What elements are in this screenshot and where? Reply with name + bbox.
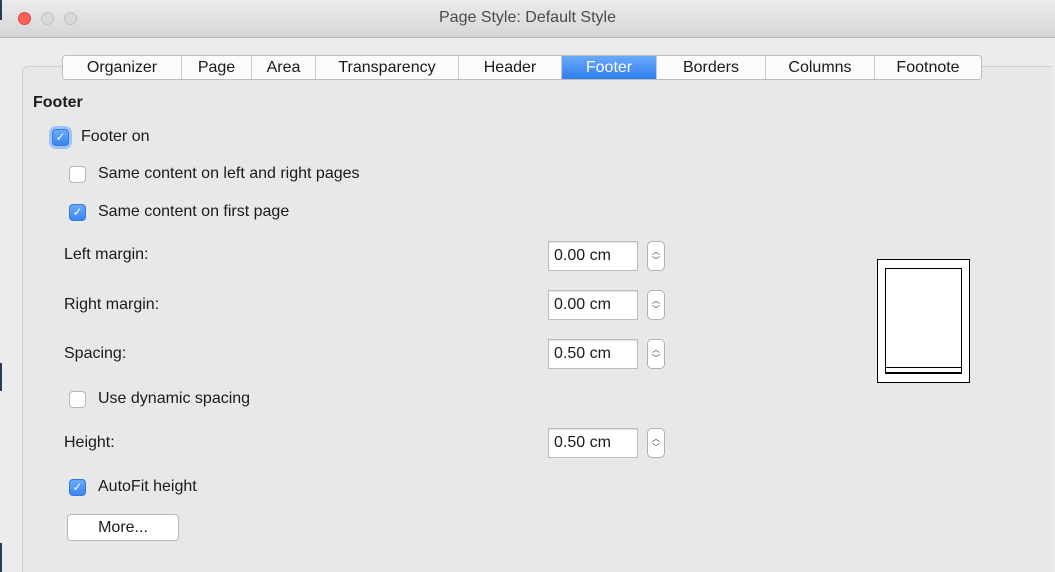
checkmark-icon: ✓ [72, 480, 83, 494]
same-content-left-right-row[interactable]: Same content on left and right pages [69, 164, 360, 184]
tab-area[interactable]: Area [252, 56, 316, 79]
tab-page[interactable]: Page [182, 56, 252, 79]
tab-borders[interactable]: Borders [657, 56, 766, 79]
right-margin-field[interactable]: 0.00 cm [548, 290, 638, 320]
tab-header[interactable]: Header [459, 56, 562, 79]
tab-organizer[interactable]: Organizer [63, 56, 182, 79]
background-window-edge [0, 543, 2, 572]
footer-on-checkbox[interactable]: ✓ [52, 128, 69, 146]
spacing-label: Spacing: [64, 345, 127, 362]
page-preview [877, 259, 970, 383]
spacing-stepper[interactable]: ︿ ﹀ [647, 339, 665, 369]
left-margin-label: Left margin: [64, 246, 149, 263]
spacing-field[interactable]: 0.50 cm [548, 339, 638, 369]
autofit-height-label: AutoFit height [98, 478, 197, 495]
right-margin-stepper[interactable]: ︿ ﹀ [647, 290, 665, 320]
tab-columns[interactable]: Columns [766, 56, 875, 79]
height-field[interactable]: 0.50 cm [548, 428, 638, 458]
chevron-down-icon[interactable]: ﹀ [652, 354, 660, 363]
preview-page-body [885, 268, 962, 373]
background-window-edge [0, 363, 2, 391]
autofit-height-row[interactable]: ✓ AutoFit height [69, 477, 197, 497]
tab-bar: Organizer Page Area Transparency Header … [62, 55, 982, 80]
height-label: Height: [64, 434, 115, 451]
same-content-left-right-checkbox[interactable] [69, 165, 86, 183]
same-content-first-page-row[interactable]: ✓ Same content on first page [69, 202, 289, 222]
checkmark-icon: ✓ [72, 205, 83, 219]
use-dynamic-spacing-row[interactable]: Use dynamic spacing [69, 389, 250, 409]
background-window-edge [0, 0, 2, 20]
left-margin-stepper[interactable]: ︿ ﹀ [647, 241, 665, 271]
left-margin-field[interactable]: 0.00 cm [548, 241, 638, 271]
more-button[interactable]: More... [67, 514, 179, 541]
checkmark-icon: ✓ [55, 130, 66, 144]
right-margin-label: Right margin: [64, 296, 160, 313]
window-title: Page Style: Default Style [439, 9, 616, 26]
autofit-height-checkbox[interactable]: ✓ [69, 478, 86, 496]
tab-transparency[interactable]: Transparency [316, 56, 459, 79]
title-bar: Page Style: Default Style [0, 0, 1055, 38]
chevron-up-icon[interactable]: ︿ [652, 345, 660, 354]
chevron-up-icon[interactable]: ︿ [652, 434, 660, 443]
tab-footnote[interactable]: Footnote [875, 56, 981, 79]
chevron-up-icon[interactable]: ︿ [652, 247, 660, 256]
section-title: Footer [33, 94, 83, 111]
height-stepper[interactable]: ︿ ﹀ [647, 428, 665, 458]
use-dynamic-spacing-label: Use dynamic spacing [98, 390, 251, 407]
chevron-down-icon[interactable]: ﹀ [652, 305, 660, 314]
tab-footer[interactable]: Footer [562, 56, 657, 79]
footer-on-row[interactable]: ✓ Footer on [52, 127, 149, 147]
chevron-down-icon[interactable]: ﹀ [652, 443, 660, 452]
same-content-first-page-label: Same content on first page [98, 203, 290, 220]
preview-footer-area [885, 367, 962, 374]
footer-on-label: Footer on [81, 128, 150, 145]
chevron-down-icon[interactable]: ﹀ [652, 256, 660, 265]
same-content-left-right-label: Same content on left and right pages [98, 165, 360, 182]
same-content-first-page-checkbox[interactable]: ✓ [69, 203, 86, 221]
use-dynamic-spacing-checkbox[interactable] [69, 390, 86, 408]
chevron-up-icon[interactable]: ︿ [652, 296, 660, 305]
